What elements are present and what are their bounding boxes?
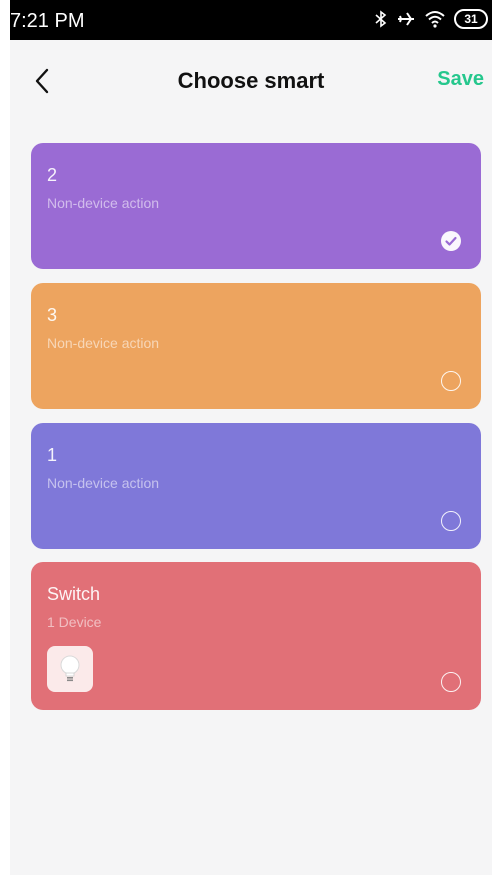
card-subtitle: 1 Device <box>47 614 102 630</box>
airplane-icon <box>396 9 416 29</box>
smart-card-1[interactable]: 1 Non-device action <box>31 423 481 549</box>
check-circle-icon[interactable] <box>441 231 461 251</box>
smart-card-switch[interactable]: Switch 1 Device <box>31 562 481 710</box>
status-bar: 7:21 PM 31 <box>10 0 492 40</box>
navigation-bar: Choose smart Save <box>10 40 492 120</box>
card-name: Switch <box>47 584 101 604</box>
card-name: 1 <box>47 445 58 465</box>
card-subtitle: Non-device action <box>47 195 160 211</box>
card-name: 2 <box>47 165 58 185</box>
save-button[interactable]: Save <box>437 68 484 91</box>
radio-circle-icon[interactable] <box>441 672 461 692</box>
smart-card-2[interactable]: 2 Non-device action <box>31 143 481 269</box>
card-name: 3 <box>47 305 58 325</box>
wifi-icon <box>424 9 446 29</box>
bluetooth-icon <box>374 9 388 29</box>
card-subtitle: Non-device action <box>47 475 160 491</box>
status-icons: 31 <box>374 9 488 29</box>
smart-card-3[interactable]: 3 Non-device action <box>31 283 481 409</box>
app-screen: 7:21 PM 31 Choose smart Save 2 Non-devic… <box>10 0 492 875</box>
radio-circle-icon[interactable] <box>441 511 461 531</box>
radio-circle-icon[interactable] <box>441 371 461 391</box>
status-time: 7:21 PM <box>10 10 85 32</box>
card-subtitle: Non-device action <box>47 335 160 351</box>
battery-icon: 31 <box>454 9 488 29</box>
lightbulb-icon <box>47 646 93 692</box>
page-title: Choose smart <box>177 68 325 93</box>
